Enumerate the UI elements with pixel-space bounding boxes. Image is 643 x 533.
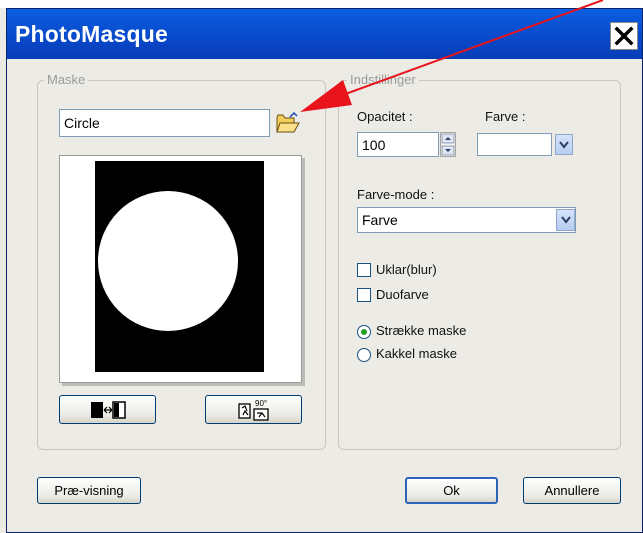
preview-button[interactable]: Præ-visning (37, 477, 141, 504)
close-icon (614, 26, 634, 46)
color-mode-select[interactable]: Farve (357, 207, 576, 233)
chevron-down-icon (559, 140, 569, 149)
close-button[interactable] (610, 22, 638, 50)
chevron-down-icon (560, 216, 571, 224)
color-dropdown-button[interactable] (555, 134, 573, 155)
screen: PhotoMasque Maske Circle 90° Indstilling… (0, 0, 643, 533)
tile-mask-label[interactable]: Kakkel maske (376, 346, 457, 361)
color-swatch[interactable] (477, 133, 552, 156)
stretch-mask-label[interactable]: Strække maske (376, 323, 466, 338)
flip-horizontal-icon (90, 400, 126, 419)
mask-image (95, 161, 264, 372)
flip-horizontal-button[interactable] (59, 395, 156, 424)
cancel-button[interactable]: Annullere (523, 477, 621, 504)
spin-up-icon[interactable] (441, 133, 455, 144)
mask-preview (59, 155, 302, 383)
stretch-mask-radio[interactable] (357, 325, 371, 339)
duotone-label[interactable]: Duofarve (376, 287, 429, 302)
opacity-field[interactable]: 100 (357, 132, 439, 157)
title-bar[interactable]: PhotoMasque (7, 9, 642, 59)
rotate-badge: 90° (255, 399, 267, 408)
rotate-90-icon: 90° (237, 399, 269, 421)
background-strip (0, 0, 643, 8)
open-folder-button[interactable] (275, 111, 301, 135)
color-mode-label: Farve-mode : (357, 187, 435, 202)
mask-circle (98, 191, 238, 331)
tile-mask-radio[interactable] (357, 348, 371, 362)
opacity-spinner[interactable] (440, 132, 456, 157)
color-mode-dropdown-button[interactable] (556, 209, 575, 231)
open-folder-icon (276, 111, 300, 133)
color-label: Farve : (485, 109, 526, 124)
rotate-90-button[interactable]: 90° (205, 395, 302, 424)
opacity-label: Opacitet : (357, 109, 413, 124)
blur-label[interactable]: Uklar(blur) (376, 262, 437, 277)
spin-down-icon[interactable] (441, 145, 455, 156)
ok-button[interactable]: Ok (405, 477, 498, 504)
radio-selected-dot (361, 329, 367, 335)
duotone-checkbox[interactable] (357, 288, 371, 302)
window-title: PhotoMasque (15, 21, 168, 47)
dialog-body: Maske Circle 90° Indstillinger Opacitet … (7, 59, 642, 532)
mask-group-legend: Maske (44, 72, 89, 87)
mask-name-field[interactable]: Circle (59, 109, 270, 137)
blur-checkbox[interactable] (357, 263, 371, 277)
photomasque-dialog: PhotoMasque Maske Circle 90° Indstilling… (6, 8, 643, 533)
settings-group-legend: Indstillinger (347, 72, 419, 87)
